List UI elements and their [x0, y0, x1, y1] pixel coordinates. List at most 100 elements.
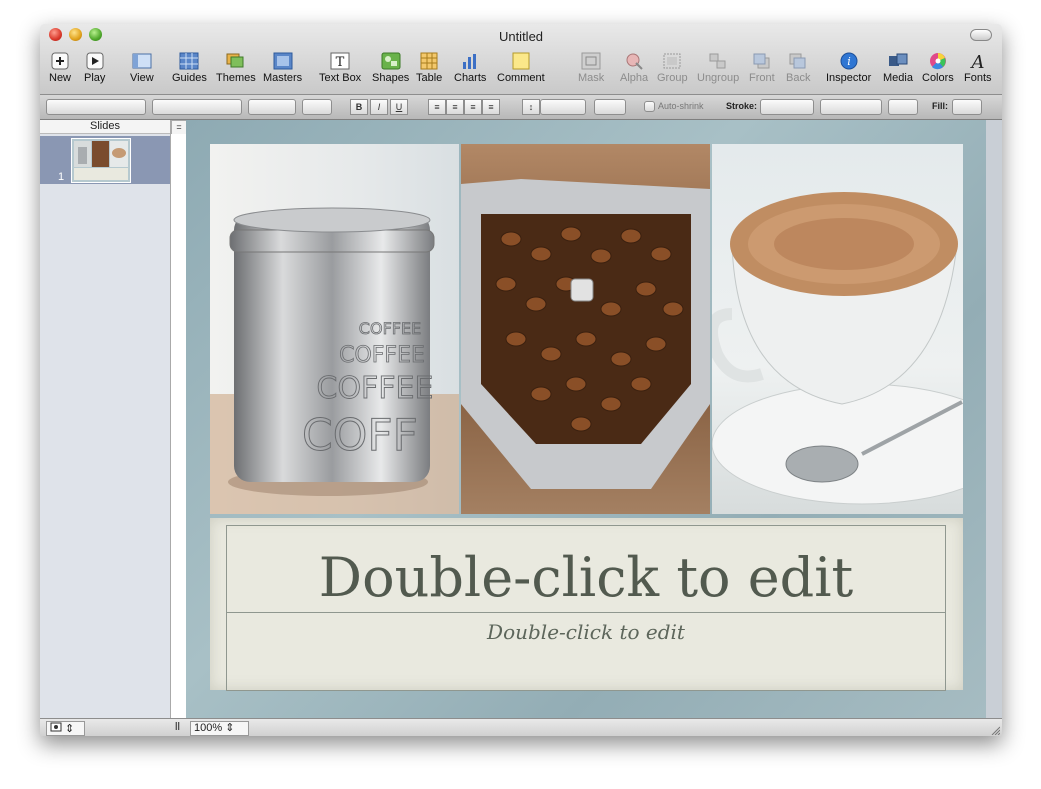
- cappuccino-photo[interactable]: [712, 144, 963, 514]
- canister-image: COFFEE COFFEE COFFEE COFF: [210, 207, 459, 514]
- color-wheel-icon: [929, 53, 946, 70]
- fonts-icon: A: [969, 52, 984, 70]
- auto-shrink-checkbox[interactable]: [644, 101, 655, 112]
- slide-navigator: Slides 1: [40, 120, 171, 718]
- play-button[interactable]: Play: [84, 52, 105, 84]
- plus-icon: [51, 52, 69, 70]
- resize-grip-icon[interactable]: [990, 725, 1000, 735]
- alpha-button[interactable]: Alpha: [620, 52, 648, 84]
- fonts-button[interactable]: A Fonts: [964, 52, 992, 84]
- charts-button[interactable]: Charts: [454, 52, 486, 84]
- view-button[interactable]: View: [130, 52, 154, 84]
- media-label: Media: [883, 72, 913, 84]
- new-button[interactable]: New: [49, 52, 71, 84]
- svg-text:i: i: [847, 55, 851, 68]
- stroke-label: Stroke:: [726, 101, 758, 111]
- alpha-icon: [626, 53, 643, 70]
- bold-button[interactable]: B: [350, 99, 368, 115]
- group-button[interactable]: Group: [657, 52, 688, 84]
- columns-popup[interactable]: [594, 99, 626, 115]
- pane-resize-handle[interactable]: ll: [172, 721, 183, 734]
- font-family-popup[interactable]: [152, 99, 242, 115]
- stroke-color-well[interactable]: [888, 99, 918, 115]
- themes-label: Themes: [216, 72, 256, 84]
- fill-label: Fill:: [932, 101, 948, 111]
- comment-label: Comment: [497, 72, 545, 84]
- toolbar-toggle-button[interactable]: [970, 29, 992, 41]
- ungroup-icon: [709, 53, 726, 69]
- coffee-canister-photo[interactable]: COFFEE COFFEE COFFEE COFF: [210, 144, 459, 514]
- shapes-button[interactable]: Shapes: [372, 52, 409, 84]
- slide-thumbnail-row[interactable]: 1: [40, 136, 170, 184]
- colors-label: Colors: [922, 72, 954, 84]
- window-title: Untitled: [498, 29, 544, 44]
- align-left-button[interactable]: ≡: [428, 99, 446, 115]
- mask-button[interactable]: Mask: [578, 52, 604, 84]
- group-icon: [663, 53, 681, 69]
- table-button[interactable]: Table: [416, 52, 442, 84]
- italic-button[interactable]: I: [370, 99, 388, 115]
- new-label: New: [49, 72, 72, 84]
- inspector-button[interactable]: i Inspector: [826, 52, 871, 84]
- back-label: Back: [786, 72, 811, 84]
- zoom-value: 100%: [194, 722, 223, 734]
- beans-image: [461, 179, 710, 489]
- text-box-icon: T: [330, 52, 350, 70]
- front-button[interactable]: Front: [749, 52, 775, 84]
- line-spacing-icon: ↕: [522, 99, 540, 115]
- play-icon: [86, 52, 104, 70]
- auto-shrink-label: Auto-shrink: [658, 101, 704, 111]
- font-size-field[interactable]: [302, 99, 332, 115]
- text-box-button[interactable]: T Text Box: [319, 52, 361, 84]
- info-icon: i: [840, 52, 858, 70]
- table-label: Table: [416, 72, 443, 84]
- stroke-width-popup[interactable]: [820, 99, 882, 115]
- slide-number: 1: [58, 171, 65, 183]
- alpha-label: Alpha: [620, 72, 649, 84]
- masters-label: Masters: [263, 72, 303, 84]
- title-placeholder[interactable]: Double-click to edit: [227, 546, 945, 609]
- app-window: Untitled New Play View Guides Themes Mas…: [40, 24, 1002, 736]
- masters-button[interactable]: Masters: [263, 52, 302, 84]
- slide[interactable]: COFFEE COFFEE COFFEE COFF Double-click t…: [186, 120, 986, 718]
- typeface-popup[interactable]: [248, 99, 296, 115]
- comment-icon: [512, 52, 530, 70]
- slide-thumbnail[interactable]: [71, 138, 131, 183]
- fill-color-well[interactable]: [952, 99, 982, 115]
- media-button[interactable]: Media: [883, 52, 913, 84]
- ungroup-label: Ungroup: [697, 72, 740, 84]
- thumbnail-preview: [74, 141, 128, 180]
- sidebar-view-options-button[interactable]: =: [171, 120, 187, 135]
- align-right-button[interactable]: ≡: [464, 99, 482, 115]
- themes-button[interactable]: Themes: [216, 52, 256, 84]
- justify-button[interactable]: ≡: [482, 99, 500, 115]
- text-box-label: Text Box: [319, 72, 362, 84]
- send-back-icon: [789, 53, 806, 69]
- title-subtitle-frame: Double-click to edit Double-click to edi…: [226, 525, 946, 691]
- canister-text-4: COFF: [302, 410, 418, 461]
- view-icon: [132, 53, 152, 69]
- subtitle-placeholder[interactable]: Double-click to edit: [227, 620, 945, 644]
- ungroup-button[interactable]: Ungroup: [697, 52, 739, 84]
- inspector-label: Inspector: [826, 72, 872, 84]
- canister-text-3: COFFEE: [317, 371, 434, 406]
- stroke-style-popup[interactable]: [760, 99, 814, 115]
- line-spacing-popup[interactable]: [540, 99, 586, 115]
- sidebar-divider[interactable]: [171, 134, 187, 718]
- zoom-popup[interactable]: 100% ⇕: [190, 721, 249, 736]
- guides-button[interactable]: Guides: [172, 52, 207, 84]
- slide-canvas: COFFEE COFFEE COFFEE COFF Double-click t…: [186, 120, 1002, 718]
- slides-header: Slides: [40, 120, 170, 134]
- comment-button[interactable]: Comment: [497, 52, 545, 84]
- align-center-button[interactable]: ≡: [446, 99, 464, 115]
- status-bar: ⇕ ll 100% ⇕: [40, 718, 1002, 736]
- coffee-beans-photo[interactable]: [461, 144, 710, 514]
- style-popup[interactable]: [46, 99, 146, 115]
- shapes-label: Shapes: [372, 72, 410, 84]
- slide-view-popup[interactable]: ⇕: [46, 721, 85, 736]
- underline-button[interactable]: U: [390, 99, 408, 115]
- svg-text:T: T: [336, 55, 345, 70]
- colors-button[interactable]: Colors: [922, 52, 954, 84]
- mask-icon: [581, 52, 601, 70]
- back-button[interactable]: Back: [786, 52, 810, 84]
